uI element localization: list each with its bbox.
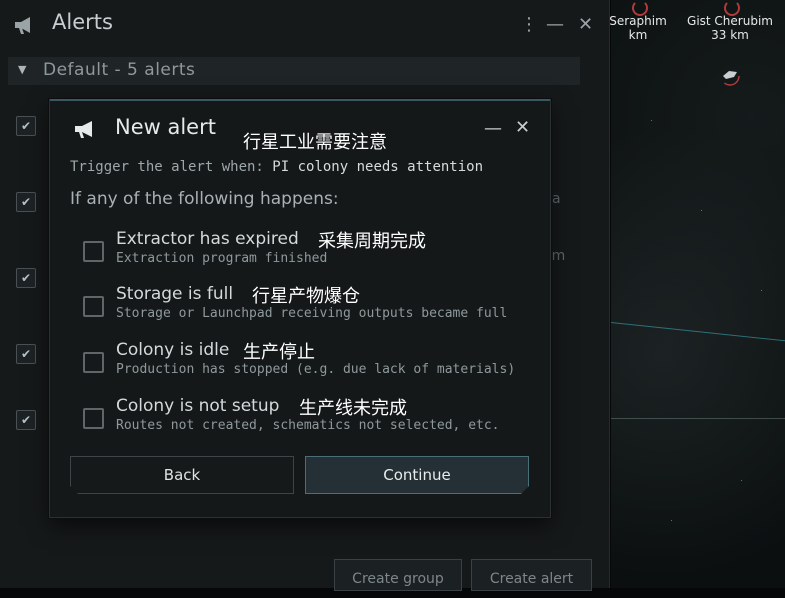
condition-title: Colony is idle: [116, 340, 230, 360]
megaphone-icon: [75, 121, 92, 138]
space-view: [611, 0, 785, 588]
ship-distance: 33 km: [711, 28, 749, 42]
condition-option[interactable]: Colony is idle 生产停止 Production has stopp…: [83, 340, 523, 386]
condition-annotation: 行星产物爆仓: [252, 286, 360, 307]
condition-checkbox[interactable]: [83, 408, 104, 429]
minimize-icon[interactable]: —: [546, 14, 564, 35]
continue-button[interactable]: Continue: [305, 456, 529, 494]
alert-group-row[interactable]: ▼ Default - 5 alerts: [8, 57, 580, 85]
condition-annotation: 采集周期完成: [318, 231, 426, 252]
condition-checkbox[interactable]: [83, 241, 104, 262]
star: [651, 120, 652, 121]
more-options-icon[interactable]: ⋮: [520, 14, 538, 35]
ship-name: Gist Cherubim: [687, 14, 773, 28]
condition-description: Storage or Launchpad receiving outputs b…: [116, 306, 508, 321]
star: [761, 290, 762, 291]
alert-checkbox[interactable]: ✔: [16, 344, 36, 364]
ship-distance: km: [628, 28, 648, 42]
hostile-marker-icon: [719, 0, 741, 16]
minimize-icon[interactable]: —: [484, 118, 502, 139]
condition-annotation: 生产停止: [243, 342, 315, 363]
dialog-accent-line: [50, 99, 550, 101]
alerts-header: Alerts ⋮ — ✕: [0, 0, 609, 52]
trigger-description: Trigger the alert when: PI colony needs …: [70, 159, 483, 175]
alerts-title: Alerts: [52, 10, 113, 34]
hostile-marker-icon: [627, 0, 649, 16]
ship-icon[interactable]: [718, 64, 742, 86]
space-line: [611, 322, 785, 344]
condition-title: Extractor has expired: [116, 229, 299, 249]
conditions-heading: If any of the following happens:: [70, 189, 339, 209]
caret-down-icon[interactable]: ▼: [18, 63, 26, 76]
new-alert-dialog: New alert 行星工业需要注意 — ✕ Trigger the alert…: [49, 99, 551, 518]
condition-checkbox[interactable]: [83, 296, 104, 317]
star: [701, 210, 702, 211]
condition-title: Storage is full: [116, 284, 234, 304]
alert-checkbox[interactable]: ✔: [16, 268, 36, 288]
ship-name: Seraphim: [609, 14, 667, 28]
trigger-label: Trigger the alert when:: [70, 159, 273, 175]
close-icon[interactable]: ✕: [515, 117, 530, 138]
ship-label-gist-cherubim[interactable]: Gist Cherubim 33 km: [684, 0, 776, 42]
create-alert-button[interactable]: Create alert: [471, 559, 592, 591]
space-line: [611, 418, 785, 419]
alert-checkbox[interactable]: ✔: [16, 192, 36, 212]
condition-option[interactable]: Extractor has expired 采集周期完成 Extraction …: [83, 229, 523, 275]
back-button[interactable]: Back: [70, 456, 294, 494]
condition-annotation: 生产线未完成: [299, 398, 407, 419]
close-icon[interactable]: ✕: [578, 14, 593, 35]
alert-row-text: a: [552, 191, 561, 207]
condition-title: Colony is not setup: [116, 396, 280, 416]
alert-checkbox[interactable]: ✔: [16, 410, 36, 430]
trigger-value: PI colony needs attention: [272, 159, 484, 175]
condition-checkbox[interactable]: [83, 352, 104, 373]
alert-checkbox[interactable]: ✔: [16, 116, 36, 136]
ship-label-seraphim[interactable]: Seraphim km: [598, 0, 678, 42]
star: [741, 480, 742, 481]
alert-group-label: Default - 5 alerts: [43, 60, 196, 80]
condition-description: Production has stopped (e.g. due lack of…: [116, 362, 516, 377]
dialog-title: New alert: [115, 115, 216, 139]
megaphone-icon: [15, 17, 30, 34]
condition-description: Routes not created, schematics not selec…: [116, 418, 500, 433]
create-group-button[interactable]: Create group: [334, 559, 462, 591]
dialog-title-annotation: 行星工业需要注意: [243, 132, 387, 153]
condition-option[interactable]: Colony is not setup 生产线未完成 Routes not cr…: [83, 396, 523, 442]
condition-description: Extraction program finished: [116, 251, 328, 266]
star: [671, 520, 672, 521]
condition-option[interactable]: Storage is full 行星产物爆仓 Storage or Launch…: [83, 284, 523, 330]
